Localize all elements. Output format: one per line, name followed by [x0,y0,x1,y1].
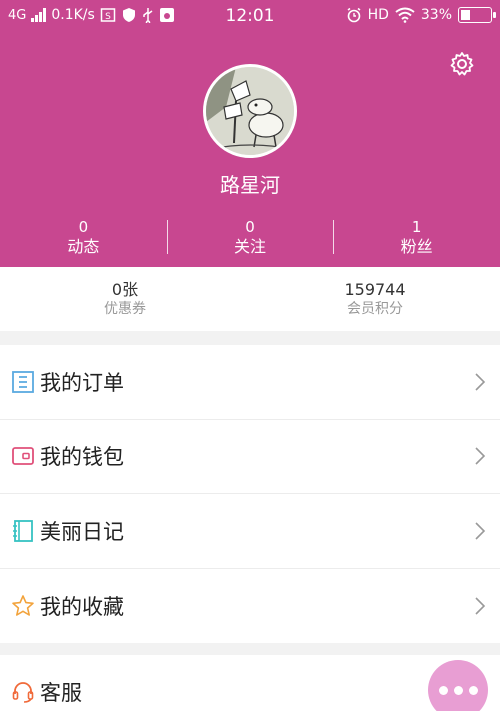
wallet-icon [10,443,36,469]
order-list-icon [10,369,36,395]
stat-value: 0 [245,218,255,236]
coupon-count: 0张 [111,280,139,299]
username[interactable]: 路星河 [0,169,500,198]
more-dot-icon [453,685,463,695]
menu-item-favorites[interactable]: 我的收藏 [0,569,500,644]
stat-value: 1 [411,218,422,236]
hd-indicator: HD [367,7,389,23]
chevron-right-icon [475,597,486,615]
avatar-drawing [206,67,294,155]
menu-label: 客服 [40,681,82,705]
chevron-right-icon [475,373,486,391]
menu-group-primary: 我的订单 我的钱包 美丽日记 我的收藏 [0,345,500,643]
menu-item-wallet[interactable]: 我的钱包 [0,420,500,494]
battery-percent: 33% [420,7,452,23]
stat-label: 关注 [234,237,267,256]
avatar[interactable] [203,64,297,158]
stat-following[interactable]: 0 关注 [166,217,334,259]
points-value: 159744 [344,280,406,299]
menu-group-secondary: 客服 [0,655,500,711]
chevron-right-icon [475,447,486,465]
notebook-icon [10,518,36,544]
status-right: HD 33% [346,7,496,23]
menu-item-customer-service[interactable]: 客服 [0,655,500,711]
stat-label: 动态 [67,237,100,256]
stat-value: 0 [78,218,89,236]
menu-item-beauty-diary[interactable]: 美丽日记 [0,494,500,569]
account-summary: 0张 优惠券 159744 会员积分 [0,267,500,331]
member-points[interactable]: 159744 会员积分 [250,267,500,331]
menu-label: 美丽日记 [40,519,124,544]
menu-label: 我的收藏 [40,594,124,619]
stat-followers[interactable]: 1 粉丝 [333,217,500,259]
more-dot-icon [468,685,478,695]
stat-label: 粉丝 [400,237,433,256]
stat-posts[interactable]: 0 动态 [0,217,167,259]
points-label: 会员积分 [347,301,403,317]
chevron-right-icon [475,522,486,540]
coupons[interactable]: 0张 优惠券 [0,267,250,331]
star-icon [10,593,36,619]
more-options-button[interactable] [428,660,488,711]
more-dot-icon [438,685,448,695]
coupon-label: 优惠券 [104,301,146,317]
profile-header: 4G 0.1K/s S 12:01 HD 33% 路星河 0 动态 0 关注 1… [0,0,500,267]
menu-item-orders[interactable]: 我的订单 [0,345,500,420]
settings-gear-icon[interactable] [448,50,476,78]
alarm-icon [347,7,361,23]
headset-icon [10,679,36,705]
stats-row: 0 动态 0 关注 1 粉丝 [0,217,500,259]
menu-label: 我的订单 [40,370,124,395]
battery-icon [458,7,496,23]
menu-label: 我的钱包 [40,445,124,470]
status-bar: 4G 0.1K/s S 12:01 HD 33% [0,0,500,34]
wifi-icon [395,7,415,23]
